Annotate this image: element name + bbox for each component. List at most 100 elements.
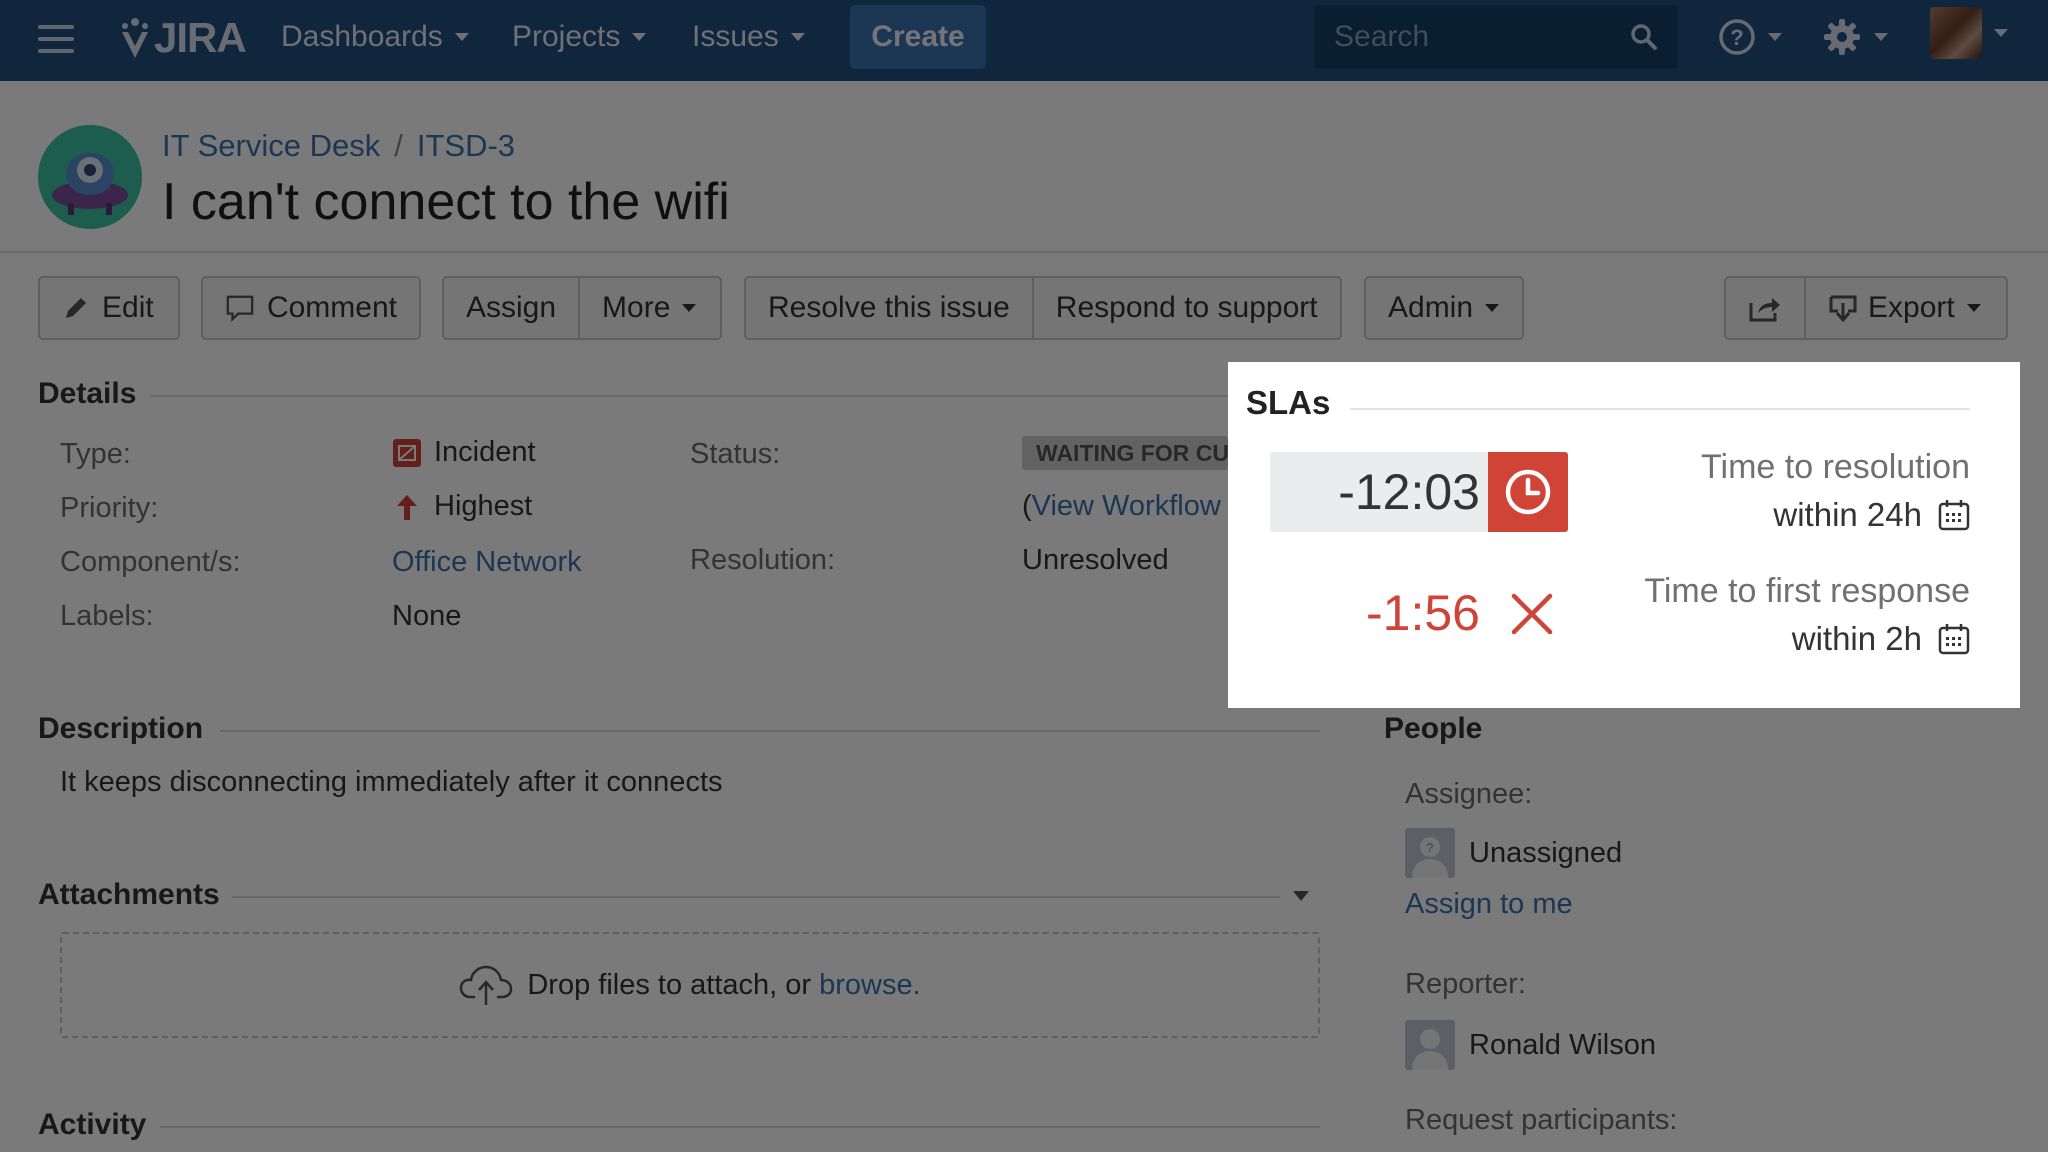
sla-first-response-name: Time to first response bbox=[1644, 572, 1970, 610]
priority-label: Priority: bbox=[60, 492, 159, 524]
comment-button[interactable]: Comment bbox=[201, 276, 421, 340]
sla-resolution-name: Time to resolution bbox=[1701, 448, 1970, 486]
clock-icon bbox=[1505, 469, 1551, 515]
resolve-issue-button[interactable]: Resolve this issue bbox=[746, 278, 1032, 338]
export-button-label: Export bbox=[1868, 291, 1955, 324]
unassigned-avatar-icon: ? bbox=[1405, 828, 1455, 878]
description-text[interactable]: It keeps disconnecting immediately after… bbox=[60, 766, 723, 799]
chevron-down-icon bbox=[1874, 33, 1888, 41]
attachments-options-chevron-icon[interactable] bbox=[1292, 890, 1310, 902]
breadcrumb-issue-key-link[interactable]: ITSD-3 bbox=[417, 128, 515, 164]
search-box[interactable] bbox=[1314, 5, 1678, 69]
sla-resolution-remaining: -12:03 bbox=[1338, 464, 1480, 520]
status-label: Status: bbox=[690, 438, 781, 470]
attachment-drop-zone[interactable]: Drop files to attach, or browse. bbox=[60, 932, 1320, 1038]
svg-text:?: ? bbox=[1426, 840, 1434, 855]
share-icon bbox=[1749, 298, 1780, 322]
reporter-value: Ronald Wilson bbox=[1405, 1020, 1656, 1070]
calendar-icon[interactable] bbox=[1938, 499, 1970, 531]
incident-icon bbox=[393, 438, 421, 467]
type-value-text: Incident bbox=[434, 436, 536, 468]
activity-rule bbox=[160, 1126, 1320, 1128]
jira-logo[interactable]: JIRA bbox=[118, 10, 247, 66]
edit-button[interactable]: Edit bbox=[38, 276, 180, 340]
breadcrumb: IT Service Desk / ITSD-3 bbox=[162, 128, 515, 164]
nav-dashboards[interactable]: Dashboards bbox=[281, 0, 469, 74]
app-switcher-menu-icon[interactable] bbox=[38, 25, 74, 53]
pencil-icon bbox=[66, 298, 86, 318]
nav-dashboards-label: Dashboards bbox=[281, 20, 443, 53]
chevron-down-icon bbox=[1994, 29, 2008, 37]
reporter-value-text[interactable]: Ronald Wilson bbox=[1469, 1029, 1656, 1062]
priority-value-text: Highest bbox=[434, 490, 533, 522]
admin-button[interactable]: Admin bbox=[1364, 276, 1524, 340]
create-button[interactable]: Create bbox=[850, 5, 986, 69]
assign-more-group: Assign More bbox=[442, 276, 722, 340]
description-rule bbox=[220, 730, 1320, 732]
sla-resolution-goal-text: within 24h bbox=[1773, 496, 1922, 533]
issue-summary-title[interactable]: I can't connect to the wifi bbox=[162, 172, 730, 232]
assignee-label: Assignee: bbox=[1405, 778, 1533, 810]
reporter-label: Reporter: bbox=[1405, 968, 1526, 1000]
chevron-down-icon bbox=[1485, 304, 1500, 312]
priority-highest-icon bbox=[397, 494, 417, 520]
sla-resolution-goal: within 24h bbox=[1773, 496, 1970, 534]
priority-value: Highest bbox=[392, 490, 532, 523]
assignee-value: ? Unassigned bbox=[1405, 828, 1622, 878]
status-badge: WAITING FOR CU bbox=[1022, 436, 1228, 470]
project-avatar[interactable] bbox=[38, 125, 142, 229]
more-button-label: More bbox=[602, 291, 671, 324]
admin-button-label: Admin bbox=[1388, 291, 1474, 324]
view-workflow-link[interactable]: View Workflow bbox=[1032, 490, 1221, 523]
jira-logo-icon bbox=[122, 18, 148, 58]
help-menu[interactable]: ? bbox=[1718, 14, 1782, 60]
calendar-icon[interactable] bbox=[1938, 623, 1970, 655]
people-heading[interactable]: People bbox=[1384, 712, 1482, 746]
assign-to-me: Assign to me bbox=[1405, 888, 1573, 921]
description-heading[interactable]: Description bbox=[38, 712, 203, 746]
type-label: Type: bbox=[60, 438, 131, 470]
more-button[interactable]: More bbox=[578, 278, 718, 338]
profile-menu[interactable] bbox=[1930, 7, 2008, 59]
search-input[interactable] bbox=[1334, 20, 1624, 54]
view-workflow: (View Workflow bbox=[1022, 490, 1228, 523]
resolution-value: Unresolved bbox=[1022, 544, 1169, 576]
breached-x-icon bbox=[1511, 593, 1553, 635]
share-button[interactable] bbox=[1726, 278, 1804, 338]
slas-heading[interactable]: SLAs bbox=[1246, 384, 1330, 422]
comment-button-label: Comment bbox=[266, 291, 397, 324]
export-button[interactable]: Export bbox=[1804, 278, 2003, 338]
component-office-network-link[interactable]: Office Network bbox=[392, 546, 582, 579]
labels-label: Labels: bbox=[60, 600, 154, 632]
assignee-value-text: Unassigned bbox=[1469, 836, 1623, 869]
search-icon[interactable] bbox=[1630, 23, 1658, 51]
sla-first-response-goal-text: within 2h bbox=[1791, 620, 1922, 657]
breadcrumb-project-link[interactable]: IT Service Desk bbox=[162, 128, 380, 164]
nav-issues[interactable]: Issues bbox=[692, 0, 805, 74]
assign-button[interactable]: Assign bbox=[444, 278, 578, 338]
download-icon bbox=[1829, 295, 1857, 323]
respond-to-support-button[interactable]: Respond to support bbox=[1031, 278, 1340, 338]
chevron-down-icon bbox=[632, 33, 647, 41]
project-avatar-icon bbox=[38, 125, 142, 229]
sla-panel: SLAs -12:03 Time to resolution within 24… bbox=[1228, 362, 2020, 708]
assign-to-me-link[interactable]: Assign to me bbox=[1405, 888, 1573, 921]
drop-files-text: Drop files to attach, or bbox=[527, 968, 812, 1001]
nav-projects[interactable]: Projects bbox=[512, 0, 647, 74]
components-value: Office Network bbox=[392, 546, 582, 579]
sla-first-response-goal: within 2h bbox=[1792, 620, 1970, 658]
browse-files-link[interactable]: browse. bbox=[819, 969, 921, 1002]
breadcrumb-separator: / bbox=[394, 128, 403, 163]
settings-menu[interactable] bbox=[1822, 14, 1888, 60]
labels-value[interactable]: None bbox=[392, 600, 461, 633]
slas-rule bbox=[1350, 408, 1970, 410]
activity-heading[interactable]: Activity bbox=[38, 1108, 146, 1142]
header-divider bbox=[0, 251, 2048, 253]
nav-projects-label: Projects bbox=[512, 20, 621, 53]
chevron-down-icon bbox=[682, 304, 697, 312]
help-icon: ? bbox=[1719, 19, 1755, 55]
chevron-down-icon bbox=[790, 33, 805, 41]
attachments-heading[interactable]: Attachments bbox=[38, 878, 220, 912]
top-navigation-bar: JIRA Dashboards Projects Issues Create ? bbox=[0, 0, 2048, 81]
details-heading[interactable]: Details bbox=[38, 377, 136, 411]
